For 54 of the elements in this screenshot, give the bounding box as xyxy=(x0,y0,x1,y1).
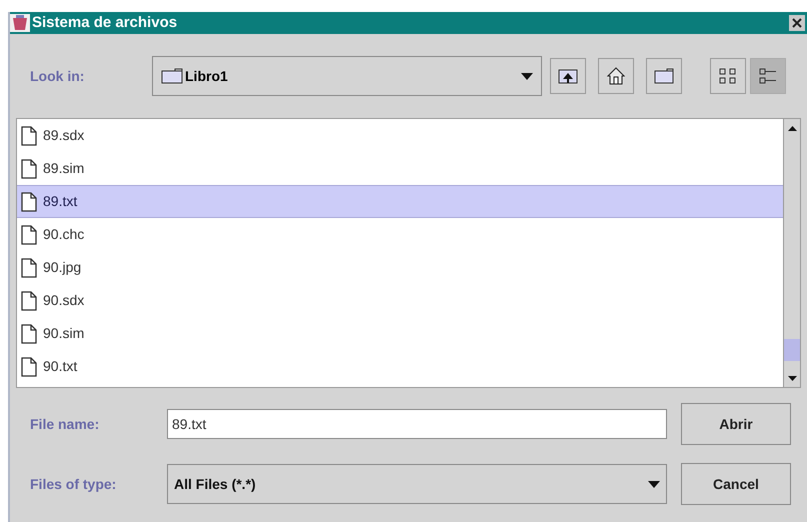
file-icon xyxy=(21,158,37,178)
file-name: 90.txt xyxy=(43,357,78,376)
file-name: 89.txt xyxy=(43,192,78,211)
file-row[interactable]: 89.sim xyxy=(17,152,783,185)
look-in-dropdown[interactable]: Libro1 xyxy=(152,56,542,96)
file-type-label: Files of type: xyxy=(30,474,118,494)
folder-icon xyxy=(654,68,674,84)
home-icon xyxy=(607,67,625,85)
scrollbar[interactable] xyxy=(783,119,800,387)
file-row[interactable]: 90.txt xyxy=(17,350,783,383)
file-name: 90.sdx xyxy=(43,291,84,310)
file-row[interactable]: 89.txt xyxy=(17,185,783,218)
file-name-label: File name: xyxy=(30,414,100,434)
file-name: 89.sdx xyxy=(43,126,84,145)
toolbar-button[interactable] xyxy=(646,58,682,94)
file-name: 90.chc xyxy=(43,225,84,244)
file-row[interactable]: 90.sim xyxy=(17,317,783,350)
toolbar-button[interactable] xyxy=(710,58,746,94)
toolbar-button[interactable] xyxy=(598,58,634,94)
toolbar-button[interactable] xyxy=(550,58,586,94)
file-name: 89.sim xyxy=(43,159,84,178)
file-icon xyxy=(21,324,37,344)
file-type-value: All Files (*.*) xyxy=(174,474,256,494)
file-icon xyxy=(21,356,37,376)
file-icon xyxy=(21,224,37,244)
file-row[interactable]: 90.chc xyxy=(17,218,783,251)
window-title: Sistema de archivos xyxy=(32,12,178,33)
caret-icon xyxy=(648,480,660,488)
folder-up-icon xyxy=(558,67,578,85)
cancel-button[interactable]: Cancel xyxy=(681,463,791,505)
file-icon xyxy=(21,290,37,310)
file-name: 90.sim xyxy=(43,324,84,343)
file-icon xyxy=(21,192,37,212)
file-row[interactable]: 89.sdx xyxy=(17,119,783,152)
scroll-down-icon xyxy=(788,376,796,380)
look-in-value: Libro1 xyxy=(185,66,228,86)
file-icon xyxy=(21,126,37,146)
details-view-icon xyxy=(759,68,777,84)
list-view-icon xyxy=(719,68,737,84)
close-button[interactable] xyxy=(789,15,805,31)
folder-icon xyxy=(161,68,183,84)
look-in-label: Look in: xyxy=(30,66,86,86)
file-icon xyxy=(21,258,37,278)
caret-icon xyxy=(521,72,533,80)
file-row[interactable]: 90.jpg xyxy=(17,251,783,284)
file-name-field[interactable]: 89.txt xyxy=(167,409,667,439)
open-button[interactable]: Abrir xyxy=(681,403,791,445)
toolbar-button[interactable] xyxy=(750,58,786,94)
app-icon xyxy=(10,14,30,32)
file-row[interactable]: 90.sdx xyxy=(17,284,783,317)
scroll-up-icon xyxy=(788,126,796,130)
file-type-dropdown[interactable]: All Files (*.*) xyxy=(167,464,667,504)
scroll-thumb[interactable] xyxy=(784,339,800,361)
file-name: 90.jpg xyxy=(43,258,82,277)
